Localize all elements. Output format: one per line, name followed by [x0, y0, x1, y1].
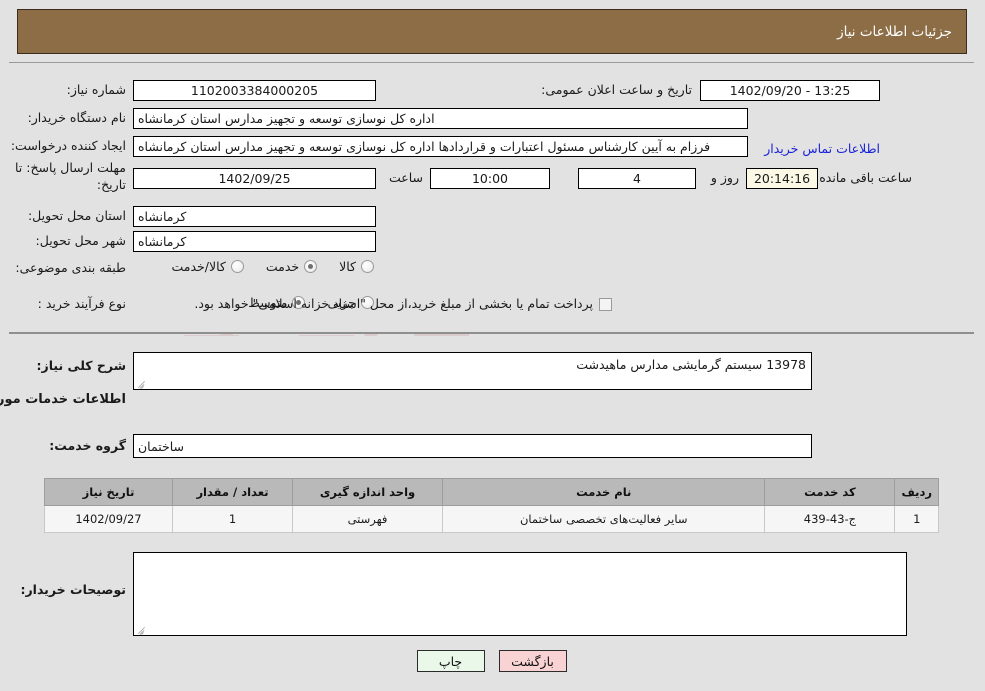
- islamic-treasury-checkbox[interactable]: [600, 297, 613, 311]
- service-group-label: گروه خدمت:: [50, 438, 127, 453]
- th-service-name: نام خدمت: [442, 478, 767, 506]
- need-details-panel: [10, 62, 975, 334]
- service-group-field[interactable]: ساختمان: [134, 434, 813, 458]
- delivery-province-row: استان محل تحویل:: [29, 208, 127, 225]
- buyer-notes-label: توصیحات خریدار:: [21, 582, 127, 597]
- cell-service-code: ج-43-439: [765, 505, 897, 533]
- th-need-date: تاریخ نیاز: [45, 478, 174, 506]
- need-summary-textarea[interactable]: 13978 سیستم گرمایشی مدارس ماهیدشت: [134, 352, 813, 390]
- deadline-days-label: روز و: [711, 170, 740, 185]
- buyer-org-row: نام دستگاه خریدار:: [29, 110, 127, 127]
- footer-button-bar: بازگشت چاپ: [0, 650, 985, 672]
- need-number-label: شماره نیاز:: [67, 82, 127, 97]
- table-row[interactable]: 1 ج-43-439 سایر فعالیت‌های تخصصی ساختمان…: [45, 505, 940, 533]
- delivery-city-label: شهر محل تحویل:: [36, 233, 127, 248]
- purchase-process-row: نوع فرآیند خرید :: [39, 296, 127, 313]
- radio-option-service[interactable]: خدمت: [266, 259, 319, 274]
- subject-category-row: طبقه بندی موضوعی:: [16, 260, 127, 277]
- resize-grip-icon[interactable]: [137, 376, 149, 389]
- radio-option-goods[interactable]: کالا: [340, 259, 375, 274]
- print-button[interactable]: چاپ: [417, 650, 486, 672]
- radio-service-label: خدمت: [266, 259, 301, 274]
- resize-grip-icon-notes[interactable]: [137, 622, 149, 635]
- buyer-contact-link[interactable]: اطلاعات تماس خریدار: [765, 141, 881, 156]
- subject-category-label: طبقه بندی موضوعی:: [16, 260, 127, 275]
- purchase-process-label: نوع فرآیند خرید :: [38, 296, 127, 311]
- buyer-notes-textarea[interactable]: [134, 552, 908, 636]
- deadline-days-field[interactable]: 4: [579, 168, 697, 189]
- back-button[interactable]: بازگشت: [499, 650, 568, 672]
- radio-goods-service-label: کالا/خدمت: [172, 259, 227, 274]
- radio-goods-service-icon[interactable]: [231, 260, 245, 273]
- deadline-label: مهلت ارسال پاسخ: تا تاریخ:: [16, 160, 127, 192]
- page-root: AriaTender.net جزئیات اطلاعات نیاز شماره…: [0, 0, 985, 691]
- th-quantity: تعداد / مقدار: [173, 478, 294, 506]
- deadline-date-field[interactable]: 1402/09/25: [134, 168, 377, 189]
- cell-row-index: 1: [895, 505, 940, 533]
- buyer-org-field[interactable]: اداره کل نوسازی توسعه و تجهیز مدارس استا…: [134, 108, 749, 129]
- need-summary-label-text: شرح کلی نیاز:: [37, 358, 127, 373]
- cell-quantity: 1: [173, 505, 294, 533]
- delivery-city-row: شهر محل تحویل:: [37, 233, 127, 250]
- announce-datetime-label: تاریخ و ساعت اعلان عمومی:: [542, 82, 693, 97]
- page-title: جزئیات اطلاعات نیاز: [838, 23, 953, 40]
- window-title-bar: جزئیات اطلاعات نیاز: [18, 9, 968, 54]
- deadline-time-label: ساعت: [389, 170, 424, 185]
- table-header-row: ردیف کد خدمت نام خدمت واحد اندازه گیری ت…: [45, 478, 940, 506]
- request-creator-row: ایجاد کننده درخواست:: [12, 138, 127, 155]
- th-service-code: کد خدمت: [765, 478, 897, 506]
- announce-date-label-row: تاریخ و ساعت اعلان عمومی:: [542, 82, 693, 99]
- need-summary-row: شرح کلی نیاز:: [38, 358, 127, 375]
- services-table: ردیف کد خدمت نام خدمت واحد اندازه گیری ت…: [45, 478, 940, 533]
- islamic-treasury-label: پرداخت تمام یا بخشی از مبلغ خرید،از محل …: [195, 296, 594, 311]
- need-number-field[interactable]: 1102003384000205: [134, 80, 377, 101]
- deadline-remaining-label-row: ساعت باقی مانده: [820, 170, 913, 187]
- cell-unit: فهرستی: [293, 505, 444, 533]
- service-group-row: گروه خدمت:: [50, 438, 127, 455]
- need-summary-text: 13978 سیستم گرمایشی مدارس ماهیدشت: [577, 357, 807, 372]
- deadline-time-field[interactable]: 10:00: [431, 168, 551, 189]
- cell-service-name: سایر فعالیت‌های تخصصی ساختمان: [442, 505, 767, 533]
- th-unit: واحد اندازه گیری: [293, 478, 444, 506]
- buyer-org-label: نام دستگاه خریدار:: [28, 110, 127, 125]
- deadline-row: مهلت ارسال پاسخ: تا تاریخ:: [7, 160, 127, 194]
- radio-goods-icon[interactable]: [362, 260, 375, 273]
- deadline-countdown-field: 20:14:16: [747, 168, 819, 189]
- announce-datetime-field[interactable]: 13:25 - 1402/09/20: [701, 80, 881, 101]
- services-heading-row: اطلاعات خدمات مورد نیاز: [0, 392, 127, 407]
- need-number-row: شماره نیاز:: [68, 82, 127, 99]
- radio-service-icon[interactable]: [305, 260, 319, 273]
- services-section-heading: اطلاعات خدمات مورد نیاز: [0, 392, 127, 407]
- cell-need-date: 1402/09/27: [45, 505, 174, 533]
- th-row-index: ردیف: [895, 478, 940, 506]
- islamic-treasury-checkbox-row[interactable]: پرداخت تمام یا بخشی از مبلغ خرید،از محل …: [195, 296, 613, 313]
- delivery-province-field[interactable]: کرمانشاه: [134, 206, 377, 227]
- radio-option-goods-service[interactable]: کالا/خدمت: [172, 259, 245, 274]
- request-creator-field[interactable]: فرزام به آیین کارشناس مسئول اعتبارات و ق…: [134, 136, 749, 157]
- request-creator-label: ایجاد کننده درخواست:: [11, 138, 127, 153]
- deadline-time-label-row: ساعت: [390, 170, 424, 187]
- deadline-days-label-row: روز و: [712, 170, 740, 187]
- delivery-city-field[interactable]: کرمانشاه: [134, 231, 377, 252]
- delivery-province-label: استان محل تحویل:: [28, 208, 127, 223]
- subject-category-options: کالا خدمت کالا/خدمت: [150, 259, 375, 274]
- deadline-remaining-label: ساعت باقی مانده: [820, 170, 913, 185]
- radio-goods-label: کالا: [340, 259, 357, 274]
- buyer-notes-row: توصیحات خریدار:: [21, 582, 127, 599]
